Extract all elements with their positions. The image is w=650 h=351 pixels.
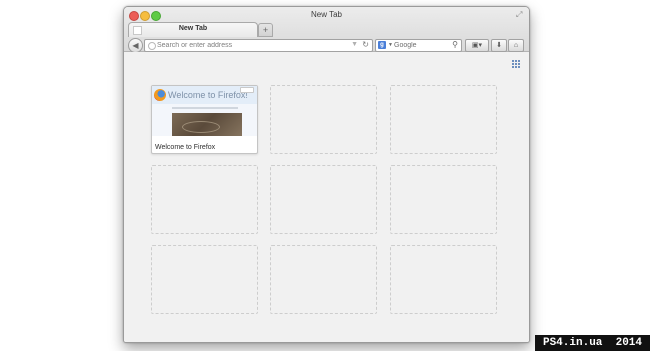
browser-window: New Tab ⤢ New Tab + ◀ ▼ ↻ g ▼ ⚲ [123, 6, 530, 343]
thumbnail-button [240, 87, 254, 93]
navigation-toolbar: ◀ ▼ ↻ g ▼ ⚲ ▣▾ ⬇ ⌂ [124, 37, 529, 53]
watermark: PS4.in.ua 2014 [535, 335, 650, 351]
thumbnail-text-line [172, 107, 238, 109]
home-button[interactable]: ⌂ [508, 39, 524, 52]
tab-new-tab[interactable]: New Tab [128, 22, 258, 37]
new-tab-page: Welcome to Firefox! Welcome to Firefox [124, 52, 529, 342]
empty-tile[interactable] [390, 165, 497, 234]
empty-tile[interactable] [270, 245, 377, 314]
home-icon: ⌂ [513, 42, 519, 49]
search-icon[interactable]: ⚲ [452, 40, 458, 50]
firefox-logo-icon [154, 89, 166, 101]
thumbnail-title: Welcome to Firefox! [168, 90, 248, 100]
title-bar: New Tab ⤢ New Tab + ◀ ▼ ↻ g ▼ ⚲ [124, 7, 529, 53]
downloads-button[interactable]: ⬇ [491, 39, 507, 52]
new-tab-button[interactable]: + [258, 23, 273, 37]
search-bar[interactable]: g ▼ ⚲ [375, 39, 462, 52]
site-tile-welcome[interactable]: Welcome to Firefox! Welcome to Firefox [151, 85, 258, 154]
empty-tile[interactable] [390, 245, 497, 314]
google-icon[interactable]: g [378, 41, 386, 49]
empty-tile[interactable] [151, 245, 258, 314]
empty-tile[interactable] [270, 85, 377, 154]
tile-title: Welcome to Firefox [155, 144, 216, 151]
address-input[interactable] [157, 41, 347, 50]
fullscreen-icon[interactable]: ⤢ [516, 10, 525, 19]
reload-icon[interactable]: ↻ [362, 40, 369, 50]
address-bar[interactable]: ▼ ↻ [144, 39, 373, 52]
window-title: New Tab [311, 10, 342, 19]
bookmarks-button[interactable]: ▣▾ [465, 39, 489, 52]
bookmark-star-icon[interactable]: ▼ [351, 40, 358, 50]
back-button[interactable]: ◀ [128, 38, 143, 53]
grid-toggle-icon[interactable] [512, 60, 520, 68]
empty-tile[interactable] [390, 85, 497, 154]
chevron-down-icon[interactable]: ▼ [388, 41, 393, 49]
bookmarks-icon: ▣▾ [471, 42, 483, 49]
empty-tile[interactable] [151, 165, 258, 234]
download-icon: ⬇ [496, 42, 502, 49]
thumbnail-video [172, 113, 242, 136]
empty-tile[interactable] [270, 165, 377, 234]
back-arrow-icon: ◀ [132, 41, 139, 50]
tile-thumbnail: Welcome to Firefox! [152, 86, 257, 136]
search-input[interactable] [394, 41, 446, 50]
identity-icon [148, 42, 156, 50]
tab-label: New Tab [178, 25, 208, 32]
